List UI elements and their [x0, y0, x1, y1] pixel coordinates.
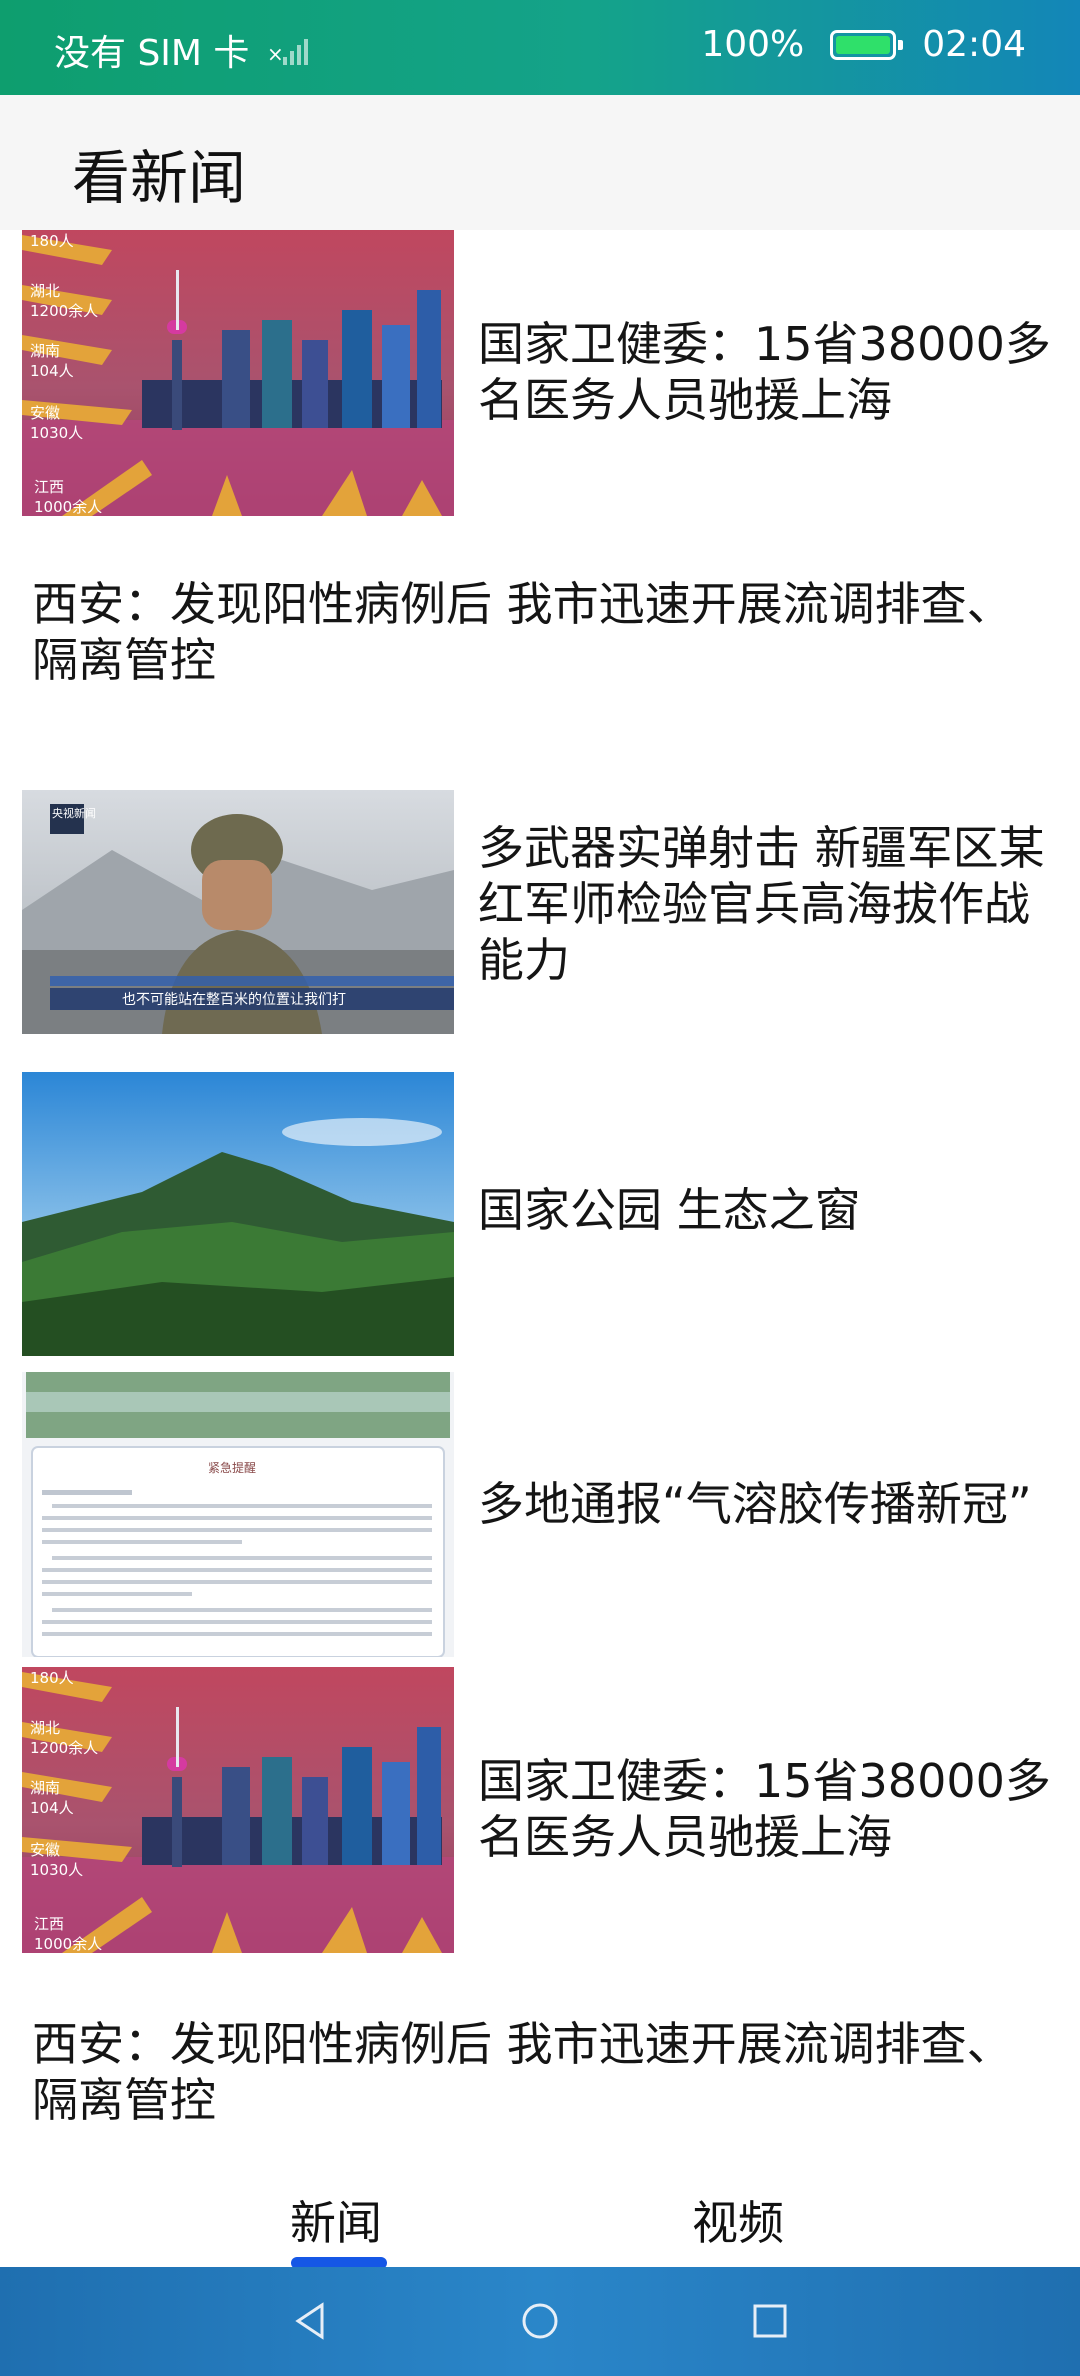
recents-icon[interactable]: [750, 2299, 790, 2343]
news-item[interactable]: 180人 湖北 1200余人 湖南 104人 安徽 1030人 江西 1000余…: [0, 1667, 1080, 1962]
thumb-label: 1030人: [30, 1861, 83, 1879]
mountain-landscape-image: [22, 1072, 454, 1356]
news-thumbnail-shanghai: 180人 湖北 1200余人 湖南 104人 安徽 1030人 江西 1000余…: [22, 230, 454, 516]
news-thumbnail-mountain: [22, 1072, 454, 1356]
battery-fill: [836, 35, 891, 54]
battery-percent: 100%: [701, 24, 805, 65]
video-caption: 也不可能站在整百米的位置让我们打: [122, 991, 346, 1008]
app-header: 看新闻: [0, 95, 1080, 230]
news-title[interactable]: 多武器实弹射击 新疆军区某红军师检验官兵高海拔作战能力: [478, 820, 1060, 988]
battery-icon: [830, 29, 904, 60]
thumb-label: 180人: [30, 1669, 74, 1687]
thumb-label: 江西: [34, 478, 64, 496]
news-thumbnail-soldier: 央视新闻 也不可能站在整百米的位置让我们打: [22, 790, 454, 1034]
news-title[interactable]: 西安：发现阳性病例后 我市迅速开展流调排查、隔离管控: [32, 2016, 1050, 2128]
thumb-label: 1000余人: [34, 498, 102, 516]
no-signal-icon: ×: [267, 39, 309, 66]
thumb-label: 安徽: [30, 1841, 60, 1859]
news-item[interactable]: 180人 湖北 1200余人 湖南 104人 安徽 1030人 江西 1000余…: [0, 230, 1080, 520]
clock: 02:04: [922, 24, 1026, 65]
home-icon[interactable]: [518, 2299, 562, 2343]
thumb-label: 104人: [30, 1799, 74, 1817]
thumb-label: 湖北: [30, 1719, 60, 1737]
news-title[interactable]: 国家卫健委：15省38000多名医务人员驰援上海: [478, 316, 1060, 428]
news-title[interactable]: 西安：发现阳性病例后 我市迅速开展流调排查、隔离管控: [32, 576, 1050, 688]
news-list[interactable]: 180人 湖北 1200余人 湖南 104人 安徽 1030人 江西 1000余…: [0, 230, 1080, 2165]
thumb-label: 湖北: [30, 282, 60, 300]
thumb-label: 湖南: [30, 342, 60, 360]
thumb-label: 1000余人: [34, 1935, 102, 1953]
shanghai-skyline-image: 180人 湖北 1200余人 湖南 104人 安徽 1030人 江西 1000余…: [22, 1667, 454, 1953]
news-item[interactable]: 紧急提醒 多地通报“气溶胶传播新冠”: [0, 1372, 1080, 1667]
news-title[interactable]: 国家卫健委：15省38000多名医务人员驰援上海: [478, 1753, 1060, 1865]
thumb-label: 104人: [30, 362, 74, 380]
news-title[interactable]: 国家公园 生态之窗: [478, 1182, 1060, 1238]
news-item[interactable]: 西安：发现阳性病例后 我市迅速开展流调排查、隔离管控: [0, 520, 1080, 790]
thumb-label: 180人: [30, 232, 74, 250]
svg-text:×: ×: [267, 42, 284, 66]
notice-title: 紧急提醒: [208, 1460, 256, 1475]
system-nav-bar: [0, 2267, 1080, 2376]
shanghai-skyline-image: 180人 湖北 1200余人 湖南 104人 安徽 1030人 江西 1000余…: [22, 230, 454, 516]
news-thumbnail-shanghai: 180人 湖北 1200余人 湖南 104人 安徽 1030人 江西 1000余…: [22, 1667, 454, 1953]
status-bar: 没有 SIM 卡 × 100% 02:04: [0, 0, 1080, 95]
notice-document-image: 紧急提醒: [22, 1372, 454, 1657]
soldier-video-image: 央视新闻 也不可能站在整百米的位置让我们打: [22, 790, 454, 1034]
news-item[interactable]: 央视新闻 也不可能站在整百米的位置让我们打 多武器实弹射击 新疆军区某红军师检验…: [0, 790, 1080, 1072]
news-thumbnail-notice: 紧急提醒: [22, 1372, 454, 1657]
thumb-label: 1030人: [30, 424, 83, 442]
news-item[interactable]: 国家公园 生态之窗: [0, 1072, 1080, 1372]
channel-badge: 央视新闻: [52, 806, 96, 820]
thumb-label: 江西: [34, 1915, 64, 1933]
back-icon[interactable]: [290, 2299, 330, 2343]
thumb-label: 安徽: [30, 404, 60, 422]
thumb-label: 1200余人: [30, 302, 98, 320]
carrier-label: 没有 SIM 卡: [54, 33, 250, 74]
page-title: 看新闻: [72, 144, 247, 212]
tab-video[interactable]: 视频: [692, 2187, 784, 2253]
news-item[interactable]: 西安：发现阳性病例后 我市迅速开展流调排查、隔离管控: [0, 1962, 1080, 2165]
bottom-tab-bar: 新闻 视频: [0, 2165, 1080, 2269]
thumb-label: 1200余人: [30, 1739, 98, 1757]
news-title[interactable]: 多地通报“气溶胶传播新冠”: [478, 1476, 1060, 1532]
tab-news[interactable]: 新闻: [290, 2187, 382, 2253]
thumb-label: 湖南: [30, 1779, 60, 1797]
